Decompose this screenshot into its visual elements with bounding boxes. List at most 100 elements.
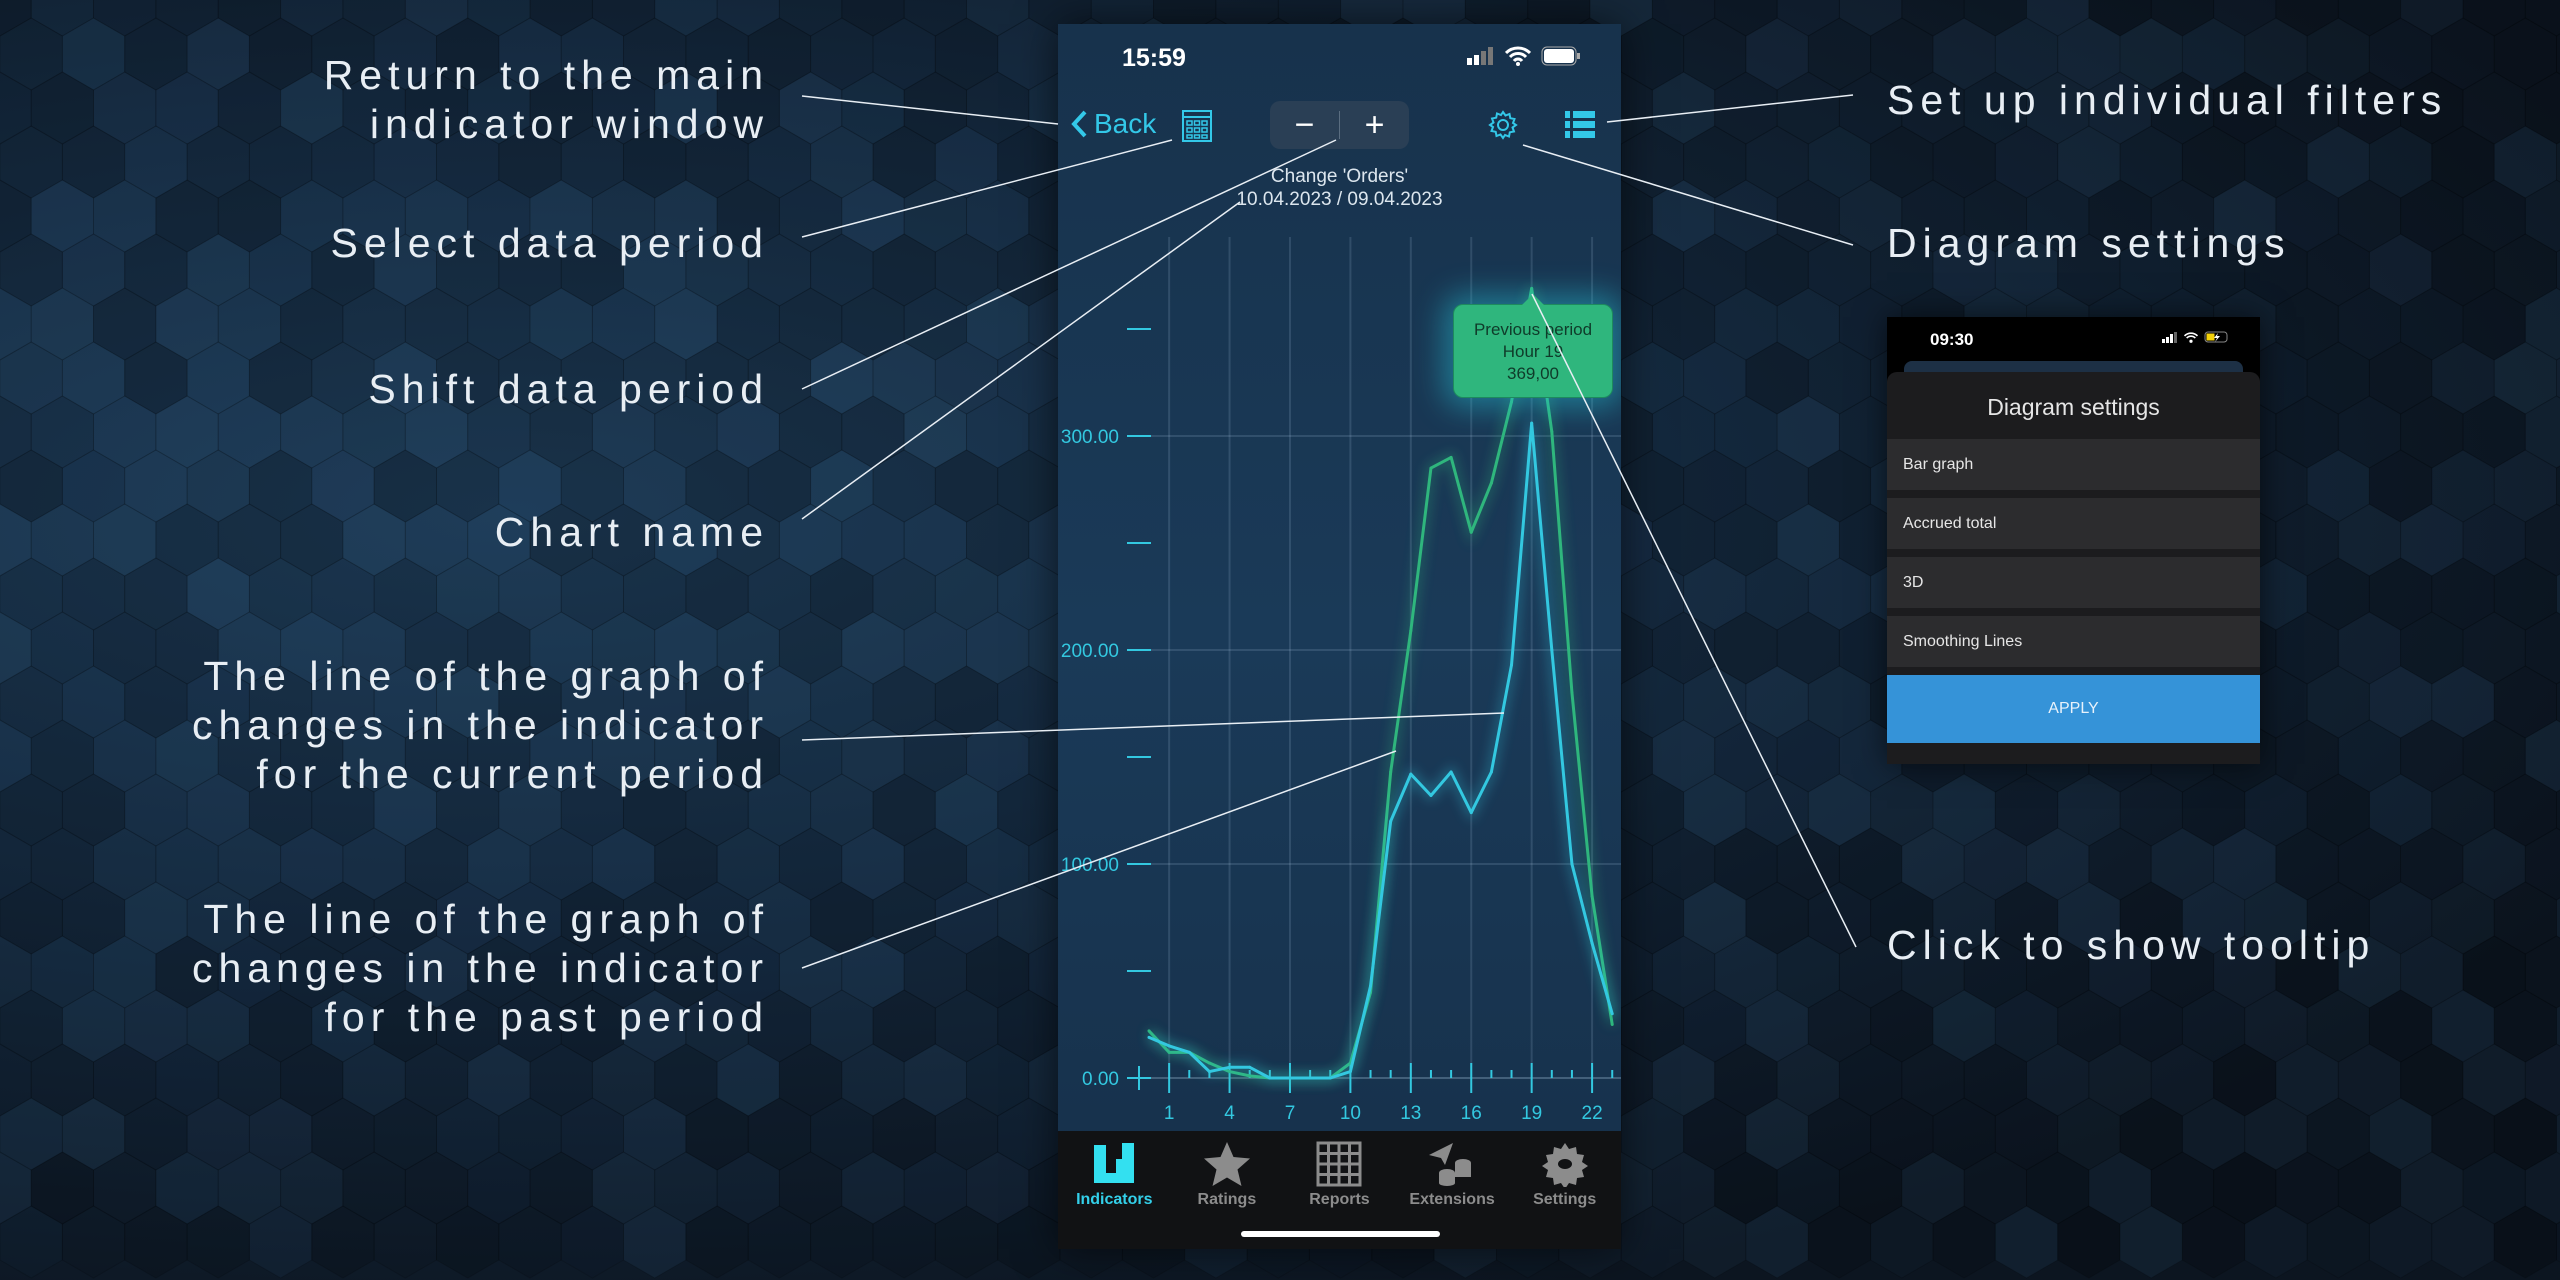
data-point bbox=[1449, 455, 1453, 459]
data-point bbox=[1469, 530, 1473, 534]
tooltip-value: 369,00 bbox=[1507, 364, 1559, 383]
x-tick-label: 7 bbox=[1285, 1103, 1296, 1124]
data-point bbox=[1449, 770, 1453, 774]
data-point bbox=[1228, 1065, 1232, 1069]
data-point bbox=[1187, 1050, 1191, 1054]
data-point bbox=[1489, 770, 1493, 774]
x-tick-label: 10 bbox=[1340, 1103, 1361, 1124]
annotation-line: The line of the graph of bbox=[203, 653, 769, 699]
annotation-line: Chart name bbox=[494, 509, 769, 555]
status-icons bbox=[2162, 331, 2230, 343]
annotation-line: for the past period bbox=[324, 994, 769, 1040]
x-tick-label: 1 bbox=[1164, 1103, 1175, 1124]
data-point bbox=[1489, 481, 1493, 485]
extensions-icon bbox=[1429, 1143, 1472, 1186]
line-chart[interactable]: 0.00 100.00 200.00 300.00 1 4 7 10 13 16 19 22 bbox=[1058, 24, 1621, 1131]
settings-sheet: Diagram settings Bar graph Accrued total… bbox=[1887, 372, 2260, 764]
annotation-left-4: The line of the graph of changes in the i… bbox=[192, 652, 769, 799]
annotation-left-2: Shift data period bbox=[368, 365, 769, 414]
data-point bbox=[1389, 819, 1393, 823]
annotation-right-2: Click to show tooltip bbox=[1887, 921, 2375, 970]
tab-label: Reports bbox=[1309, 1191, 1370, 1208]
data-point bbox=[1409, 772, 1413, 776]
annotation-line: Diagram settings bbox=[1887, 220, 2291, 266]
y-tick-label: 200.00 bbox=[1061, 641, 1119, 662]
tooltip-series: Previous period bbox=[1473, 320, 1593, 339]
diagram-settings-preview: 09:30 Diagram settings Bar graph Accrued… bbox=[1887, 317, 2260, 764]
data-point bbox=[1308, 1076, 1312, 1080]
tab-indicators[interactable]: Indicators bbox=[1058, 1131, 1171, 1249]
grid-icon bbox=[1316, 1141, 1362, 1187]
annotation-line: changes in the indicator bbox=[191, 702, 769, 748]
data-point bbox=[1167, 1044, 1171, 1048]
annotation-line: Click to show tooltip bbox=[1887, 922, 2376, 968]
data-point bbox=[1550, 648, 1554, 652]
star-icon bbox=[1203, 1142, 1250, 1186]
data-point bbox=[1207, 1061, 1211, 1065]
annotation-line: Select data period bbox=[330, 220, 769, 266]
annotation-left-5: The line of the graph of changes in the i… bbox=[192, 895, 769, 1042]
x-tick-label: 4 bbox=[1224, 1103, 1235, 1124]
tab-label: Extensions bbox=[1409, 1191, 1495, 1208]
data-point bbox=[1248, 1074, 1252, 1078]
y-tick-label: 100.00 bbox=[1061, 855, 1119, 876]
data-point bbox=[1389, 770, 1393, 774]
signal-icon bbox=[2162, 331, 2177, 343]
annotation-right-1: Diagram settings bbox=[1887, 219, 2291, 268]
data-point bbox=[1147, 1029, 1151, 1033]
y-tick-label: 300.00 bbox=[1061, 427, 1119, 448]
indicators-icon bbox=[1094, 1143, 1135, 1183]
data-point bbox=[1328, 1076, 1332, 1080]
annotation-line: Return to the main bbox=[323, 52, 769, 98]
data-point bbox=[1469, 811, 1473, 815]
tab-bar: Indicators Ratings Reports Extensions Se… bbox=[1058, 1131, 1621, 1249]
annotation-left-3: Chart name bbox=[495, 508, 769, 557]
data-point bbox=[1429, 466, 1433, 470]
tooltip-hour: Hour 19 bbox=[1502, 342, 1564, 361]
tab-label: Ratings bbox=[1197, 1191, 1257, 1208]
data-point bbox=[1510, 400, 1514, 404]
tab-label: Indicators bbox=[1076, 1191, 1153, 1208]
data-point bbox=[1348, 1070, 1352, 1074]
option-bar-graph[interactable]: Bar graph bbox=[1887, 439, 2260, 490]
data-point bbox=[1590, 941, 1594, 945]
annotation-line: The line of the graph of bbox=[203, 896, 769, 942]
data-point bbox=[1268, 1076, 1272, 1080]
sheet-title: Diagram settings bbox=[1987, 394, 2160, 420]
data-point bbox=[1610, 1012, 1614, 1016]
data-point bbox=[1590, 894, 1594, 898]
data-point bbox=[1429, 794, 1433, 798]
annotation-line: indicator window bbox=[369, 101, 769, 147]
option-3d[interactable]: 3D bbox=[1887, 557, 2260, 608]
x-tick-label: 22 bbox=[1582, 1103, 1603, 1124]
data-point bbox=[1167, 1050, 1171, 1054]
data-point bbox=[1530, 286, 1534, 290]
option-smoothing-lines[interactable]: Smoothing Lines bbox=[1887, 616, 2260, 667]
data-point bbox=[1288, 1076, 1292, 1080]
data-point bbox=[1570, 691, 1574, 695]
wifi-icon bbox=[2184, 331, 2198, 343]
option-accrued-total[interactable]: Accrued total bbox=[1887, 498, 2260, 549]
tab-settings[interactable]: Settings bbox=[1508, 1131, 1621, 1249]
series-glow bbox=[1147, 422, 1617, 1082]
annotation-line: Shift data period bbox=[368, 366, 769, 412]
data-point bbox=[1530, 421, 1534, 425]
x-tick-label: 19 bbox=[1521, 1103, 1542, 1124]
annotation-line: Set up individual filters bbox=[1887, 77, 2448, 123]
annotation-left-0: Return to the main indicator window bbox=[324, 51, 769, 149]
chart-tooltip: Previous period Hour 19 369,00 bbox=[1453, 294, 1613, 398]
y-tick-label: 0.00 bbox=[1082, 1069, 1119, 1090]
x-tick-label: 16 bbox=[1461, 1103, 1482, 1124]
data-point bbox=[1510, 663, 1514, 667]
gear-icon bbox=[1541, 1143, 1588, 1187]
previous-period-line bbox=[1147, 286, 1614, 1080]
data-point bbox=[1369, 984, 1373, 988]
home-indicator bbox=[1241, 1231, 1440, 1237]
annotation-right-0: Set up individual filters bbox=[1887, 76, 2447, 125]
apply-button[interactable]: APPLY bbox=[1887, 675, 2260, 743]
data-point bbox=[1147, 1035, 1151, 1039]
x-tick-label: 13 bbox=[1400, 1103, 1421, 1124]
data-point bbox=[1610, 1023, 1614, 1026]
annotation-line: for the current period bbox=[256, 751, 769, 797]
data-point bbox=[1207, 1070, 1211, 1074]
